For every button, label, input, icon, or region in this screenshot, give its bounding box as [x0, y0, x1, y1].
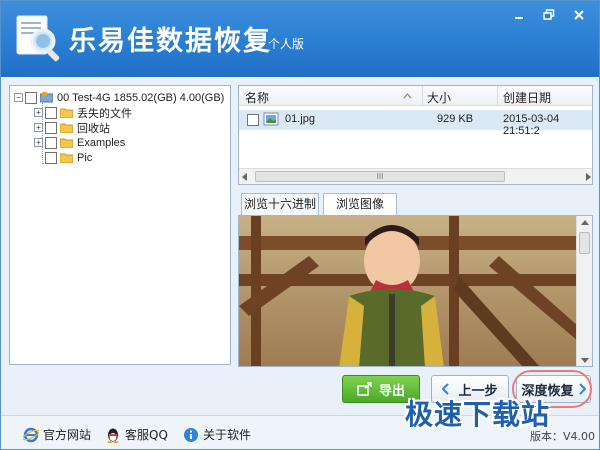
tree-item[interactable]: + 回收站 [34, 120, 110, 135]
folder-icon [60, 153, 73, 163]
tree-root-label: 00 Test-4G 1855.02(GB) 4.00(GB) [57, 91, 225, 104]
minimize-icon[interactable] [505, 5, 533, 25]
export-label: 导出 [378, 383, 405, 399]
folder-icon [60, 123, 73, 133]
collapse-icon[interactable]: − [14, 93, 23, 102]
file-size: 929 KB [437, 113, 474, 125]
app-window: 乐易佳数据恢复 个人版 − 00 Test-4G 1855.02(GB) 4.0… [0, 0, 600, 450]
about-link[interactable]: 关于软件 [183, 426, 251, 443]
window-controls [505, 5, 593, 25]
expand-icon[interactable]: + [34, 138, 43, 147]
tree-item[interactable]: + 丢失的文件 [34, 105, 132, 120]
qq-penguin-icon [107, 428, 119, 443]
scroll-grip: III [376, 172, 384, 181]
tree-item-label: Examples [77, 136, 126, 149]
scroll-left-icon[interactable] [242, 173, 248, 181]
image-file-icon [263, 112, 279, 126]
column-name[interactable]: 名称 [245, 89, 269, 106]
tab-image[interactable]: 浏览图像 [323, 193, 397, 215]
tree-checkbox[interactable] [45, 121, 57, 134]
horizontal-scrollbar[interactable]: III [239, 168, 592, 184]
preview-photo [239, 216, 578, 366]
tree-item-label: 回收站 [77, 122, 110, 135]
image-preview [238, 215, 593, 367]
tree-root-row[interactable]: − 00 Test-4G 1855.02(GB) 4.00(GB) [14, 90, 224, 105]
tree-item-label: 丢失的文件 [77, 107, 132, 120]
tree-item[interactable]: + Examples [34, 135, 125, 150]
scrollbar-thumb[interactable]: III [255, 171, 505, 182]
support-qq-link[interactable]: 客服QQ [105, 426, 168, 443]
scroll-down-icon[interactable] [581, 358, 589, 364]
drive-icon [40, 92, 53, 103]
vertical-scrollbar[interactable] [576, 216, 592, 366]
tree-item-label: Pic [77, 151, 93, 164]
scroll-up-icon[interactable] [581, 220, 589, 226]
about-label: 关于软件 [203, 428, 252, 442]
ie-icon [23, 427, 39, 442]
drive-tree[interactable]: − 00 Test-4G 1855.02(GB) 4.00(GB) + 丢失的文… [9, 85, 231, 365]
column-date[interactable]: 创建日期 [503, 89, 551, 106]
title-bar: 乐易佳数据恢复 个人版 [1, 1, 599, 77]
folder-icon [60, 138, 73, 148]
app-title: 乐易佳数据恢复 [69, 26, 272, 57]
sort-up-icon [403, 93, 412, 99]
tree-checkbox[interactable] [45, 106, 57, 119]
info-icon [184, 427, 198, 442]
tree-checkbox[interactable] [25, 91, 37, 104]
tab-hex[interactable]: 浏览十六进制 [241, 193, 319, 215]
watermark-text: 极速下载站 [405, 398, 551, 431]
scrollbar-thumb[interactable] [579, 232, 590, 254]
tree-item[interactable]: Pic [45, 150, 92, 165]
file-list-header: 名称 大小 创建日期 [239, 86, 592, 106]
official-website-label: 官方网站 [43, 428, 92, 442]
expand-icon[interactable]: + [34, 123, 43, 132]
file-list[interactable]: 名称 大小 创建日期 01.jpg 929 KB 2015-03-04 21:5… [238, 85, 593, 185]
support-qq-label: 客服QQ [125, 428, 168, 442]
magnifier-logo-icon [16, 15, 60, 62]
expand-icon[interactable]: + [34, 108, 43, 117]
file-name: 01.jpg [285, 113, 315, 125]
main-content: − 00 Test-4G 1855.02(GB) 4.00(GB) + 丢失的文… [1, 77, 599, 449]
export-icon [357, 382, 372, 396]
folder-icon [60, 108, 73, 118]
close-icon[interactable] [565, 5, 593, 25]
row-checkbox[interactable] [247, 114, 259, 126]
tree-checkbox[interactable] [45, 151, 57, 164]
tree-checkbox[interactable] [45, 136, 57, 149]
official-website-link[interactable]: 官方网站 [23, 426, 91, 443]
edition-label: 个人版 [268, 37, 305, 51]
column-size[interactable]: 大小 [427, 89, 451, 106]
scroll-right-icon[interactable] [585, 173, 591, 181]
table-row[interactable]: 01.jpg 929 KB 2015-03-04 21:51:2 [239, 110, 592, 137]
restore-icon[interactable] [535, 5, 563, 25]
file-date: 2015-03-04 21:51:2 [503, 113, 560, 137]
